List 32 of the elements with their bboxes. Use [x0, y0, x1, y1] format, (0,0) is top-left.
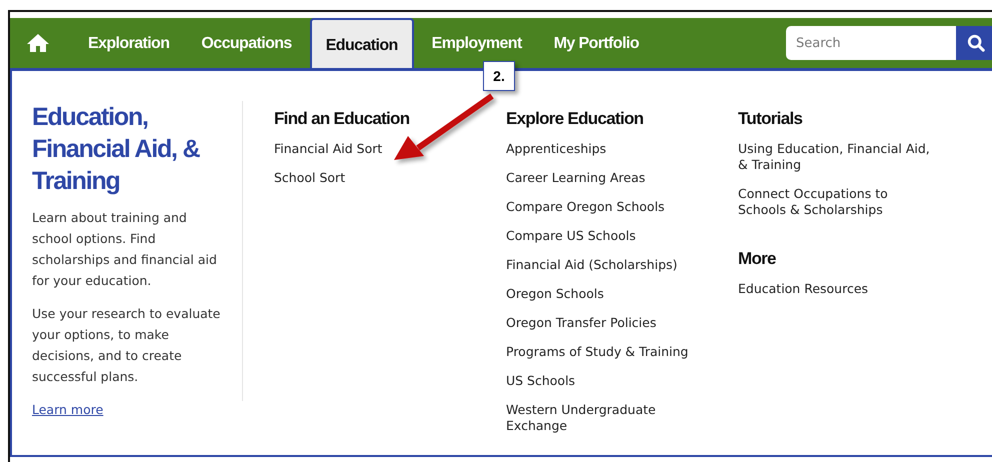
nav-tab[interactable]: Exploration	[74, 18, 184, 68]
step-callout: 2.	[483, 61, 515, 91]
menu-link[interactable]: Education Resources	[738, 281, 868, 297]
menu-link[interactable]: Oregon Schools	[506, 286, 604, 302]
menu-link[interactable]: Apprenticeships	[506, 141, 606, 157]
home-icon[interactable]	[26, 33, 50, 53]
intro-title: Education, Financial Aid, & Training	[32, 102, 201, 197]
menu-link[interactable]: Programs of Study & Training	[506, 344, 688, 360]
search-field[interactable]: Search	[786, 26, 956, 60]
search-button[interactable]	[956, 26, 992, 60]
menu-link[interactable]: Using Education, Financial Aid, & Training	[738, 141, 939, 173]
menu-link[interactable]: Western Undergraduate Exchange	[506, 402, 707, 434]
menu-link[interactable]: Financial Aid Sort	[274, 141, 382, 157]
section-heading: Explore Education	[506, 109, 644, 129]
section-heading: More	[738, 249, 776, 269]
menu-link[interactable]: Connect Occupations to Schools & Scholarships	[738, 186, 939, 218]
intro-paragraph: Use your research to evaluate your options, to make decisions, and to create successful plans.	[32, 305, 222, 386]
section-heading: Tutorials	[738, 109, 802, 129]
menu-link[interactable]: US Schools	[506, 373, 576, 389]
section-heading: Find an Education	[274, 109, 410, 129]
nav-tab[interactable]: Occupations	[187, 18, 306, 68]
menu-link[interactable]: Compare Oregon Schools	[506, 199, 665, 215]
search-icon	[967, 34, 985, 52]
learn-more-link[interactable]: Learn more	[32, 402, 104, 417]
menu-link[interactable]: Compare US Schools	[506, 228, 636, 244]
menu-link[interactable]: Career Learning Areas	[506, 170, 646, 186]
nav-tab[interactable]: Education	[310, 18, 414, 68]
intro-paragraph: Learn about training and school options. Find scholarships and financial aid for your education.	[32, 209, 218, 290]
menu-link[interactable]: Financial Aid (Scholarships)	[506, 257, 678, 273]
menu-link[interactable]: School Sort	[274, 170, 346, 186]
nav-tab[interactable]: My Portfolio	[540, 18, 653, 68]
menu-link[interactable]: Oregon Transfer Policies	[506, 315, 656, 331]
